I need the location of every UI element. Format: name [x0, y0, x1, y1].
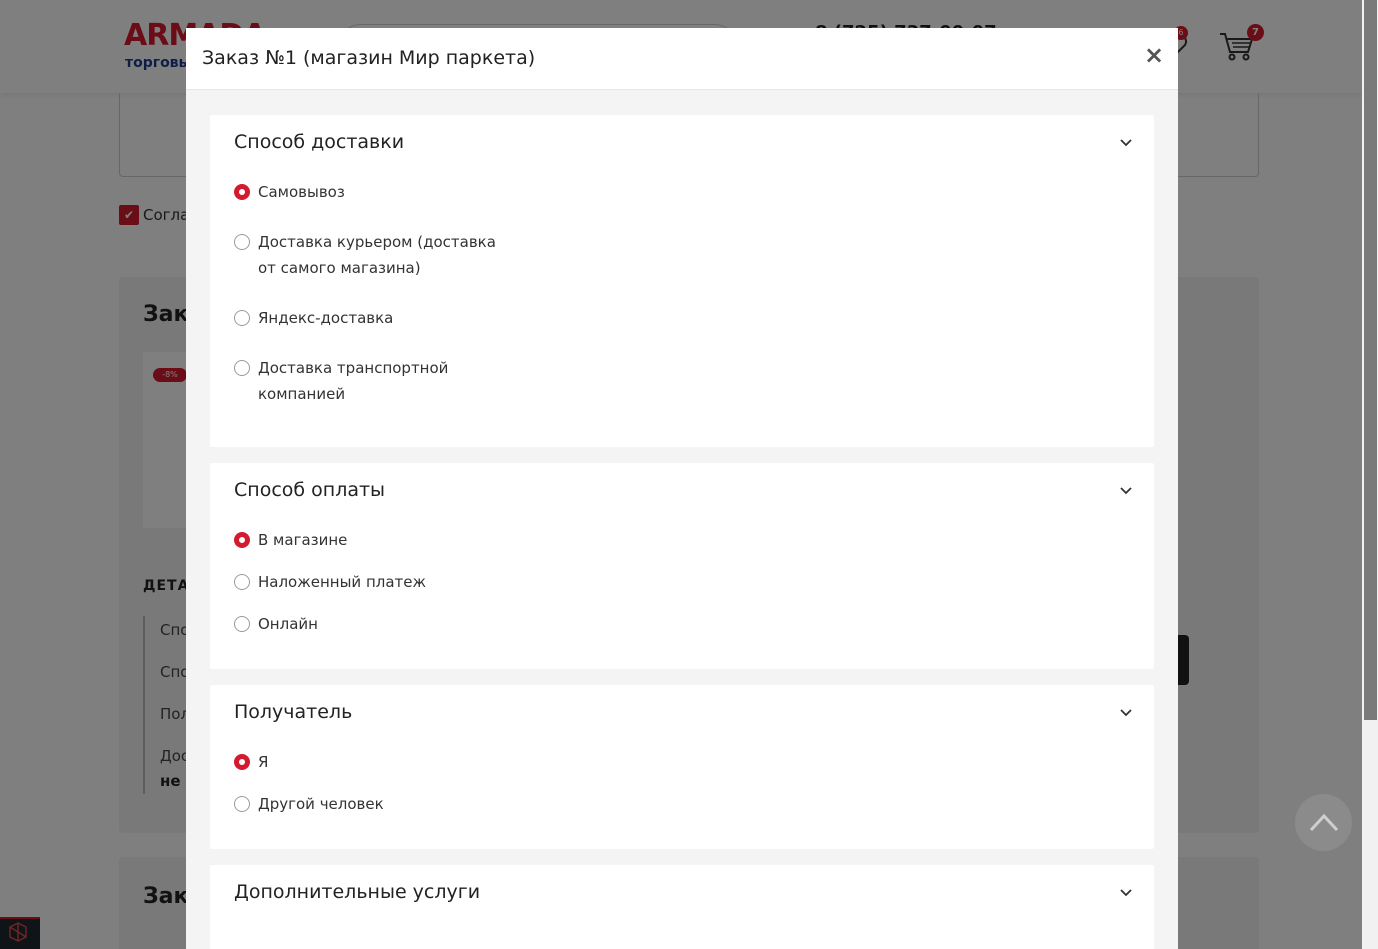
- delivery-section-title[interactable]: Способ доставки: [234, 131, 404, 153]
- radio-checked[interactable]: [234, 184, 250, 200]
- extra-services-section-title[interactable]: Дополнительные услуги: [234, 881, 480, 903]
- chevron-down-icon[interactable]: [1118, 135, 1134, 151]
- order-modal: Заказ №1 (магазин Мир паркета) × Способ …: [186, 28, 1178, 949]
- radio-unchecked[interactable]: [234, 234, 250, 250]
- payment-option-label: Наложенный платеж: [258, 573, 427, 591]
- delivery-option-label: Доставка транспортной компанией: [258, 359, 449, 403]
- recipient-section-title[interactable]: Получатель: [234, 701, 352, 723]
- delivery-option-label: Доставка курьером (доставка от самого ма…: [258, 233, 496, 277]
- scroll-top-button[interactable]: [1295, 794, 1352, 851]
- radio-unchecked[interactable]: [234, 574, 250, 590]
- payment-option-in-store[interactable]: В магазине: [234, 531, 347, 553]
- delivery-option-transport[interactable]: Доставка транспортной компанией: [234, 359, 473, 407]
- chevron-down-icon[interactable]: [1118, 483, 1134, 499]
- recipient-option-label: Я: [258, 753, 269, 771]
- delivery-option-yandex[interactable]: Яндекс-доставка: [234, 309, 393, 331]
- payment-option-cod[interactable]: Наложенный платеж: [234, 573, 426, 595]
- close-icon[interactable]: ×: [1144, 43, 1164, 67]
- modal-header: Заказ №1 (магазин Мир паркета) ×: [186, 28, 1178, 90]
- delivery-section: Способ доставки Самовывоз Доставка курье…: [210, 115, 1154, 447]
- payment-option-label: В магазине: [258, 531, 348, 549]
- modal-title: Заказ №1 (магазин Мир паркета): [202, 47, 536, 69]
- recipient-option-other[interactable]: Другой человек: [234, 795, 384, 817]
- delivery-option-label: Яндекс-доставка: [258, 309, 394, 327]
- recipient-section: Получатель Я Другой человек: [210, 685, 1154, 849]
- extra-services-section: Дополнительные услуги: [210, 865, 1154, 949]
- delivery-option-courier[interactable]: Доставка курьером (доставка от самого ма…: [234, 233, 518, 281]
- chevron-down-icon[interactable]: [1118, 705, 1134, 721]
- radio-unchecked[interactable]: [234, 796, 250, 812]
- delivery-option-label: Самовывоз: [258, 183, 345, 201]
- radio-unchecked[interactable]: [234, 360, 250, 376]
- delivery-option-pickup[interactable]: Самовывоз: [234, 183, 345, 205]
- radio-checked[interactable]: [234, 754, 250, 770]
- payment-option-online[interactable]: Онлайн: [234, 615, 318, 637]
- payment-section: Способ оплаты В магазине Наложенный плат…: [210, 463, 1154, 669]
- payment-option-label: Онлайн: [258, 615, 318, 633]
- payment-section-title[interactable]: Способ оплаты: [234, 479, 385, 501]
- page-scrollbar-thumb[interactable]: [1364, 0, 1377, 720]
- radio-unchecked[interactable]: [234, 310, 250, 326]
- chevron-up-icon: [1309, 813, 1339, 832]
- radio-unchecked[interactable]: [234, 616, 250, 632]
- recipient-option-label: Другой человек: [258, 795, 384, 813]
- chevron-down-icon[interactable]: [1118, 885, 1134, 901]
- recipient-option-me[interactable]: Я: [234, 753, 268, 775]
- radio-checked[interactable]: [234, 532, 250, 548]
